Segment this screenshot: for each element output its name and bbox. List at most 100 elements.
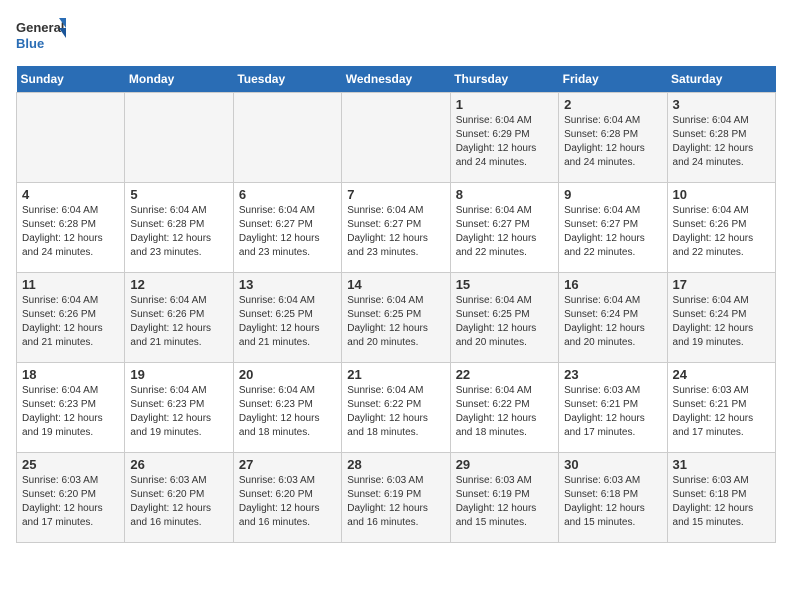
calendar-week-row: 18 Sunrise: 6:04 AM Sunset: 6:23 PM Dayli… — [17, 363, 776, 453]
calendar-cell: 21 Sunrise: 6:04 AM Sunset: 6:22 PM Dayli… — [342, 363, 450, 453]
calendar-week-row: 11 Sunrise: 6:04 AM Sunset: 6:26 PM Dayli… — [17, 273, 776, 363]
day-info: Sunrise: 6:04 AM Sunset: 6:23 PM Dayligh… — [130, 384, 227, 440]
day-number: 21 — [347, 367, 444, 382]
day-number: 2 — [564, 97, 661, 112]
calendar-cell: 3 Sunrise: 6:04 AM Sunset: 6:28 PM Daylig… — [667, 93, 775, 183]
logo-svg: General Blue — [16, 16, 66, 56]
calendar-cell — [342, 93, 450, 183]
calendar-cell: 5Sunrise: 6:04 AM Sunset: 6:28 PM Daylig… — [125, 183, 233, 273]
day-info: Sunrise: 6:03 AM Sunset: 6:21 PM Dayligh… — [673, 384, 770, 440]
day-of-week-saturday: Saturday — [667, 66, 775, 93]
day-number: 13 — [239, 277, 336, 292]
calendar-table: SundayMondayTuesdayWednesdayThursdayFrid… — [16, 66, 776, 543]
calendar-cell: 30 Sunrise: 6:03 AM Sunset: 6:18 PM Dayli… — [559, 453, 667, 543]
calendar-cell: 18 Sunrise: 6:04 AM Sunset: 6:23 PM Dayli… — [17, 363, 125, 453]
day-number: 4 — [22, 187, 119, 202]
calendar-cell: 1Sunrise: 6:04 AM Sunset: 6:29 PM Daylig… — [450, 93, 558, 183]
day-info: Sunrise: 6:04 AM Sunset: 6:25 PM Dayligh… — [456, 294, 553, 350]
day-info: Sunrise: 6:04 AM Sunset: 6:22 PM Dayligh… — [347, 384, 444, 440]
day-info: Sunrise: 6:04 AM Sunset: 6:26 PM Dayligh… — [22, 294, 119, 350]
day-info: Sunrise: 6:03 AM Sunset: 6:21 PM Dayligh… — [564, 384, 661, 440]
calendar-cell: 17 Sunrise: 6:04 AM Sunset: 6:24 PM Dayli… — [667, 273, 775, 363]
calendar-week-row: 1Sunrise: 6:04 AM Sunset: 6:29 PM Daylig… — [17, 93, 776, 183]
day-info: Sunrise: 6:04 AM Sunset: 6:28 PM Dayligh… — [564, 114, 661, 170]
day-info: Sunrise: 6:04 AM Sunset: 6:27 PM Dayligh… — [347, 204, 444, 260]
day-info: Sunrise: 6:04 AM Sunset: 6:28 PM Dayligh… — [673, 114, 770, 170]
day-number: 30 — [564, 457, 661, 472]
day-info: Sunrise: 6:03 AM Sunset: 6:18 PM Dayligh… — [564, 474, 661, 530]
day-of-week-friday: Friday — [559, 66, 667, 93]
calendar-cell: 14Sunrise: 6:04 AM Sunset: 6:25 PM Dayli… — [342, 273, 450, 363]
day-number: 23 — [564, 367, 661, 382]
day-of-week-thursday: Thursday — [450, 66, 558, 93]
day-number: 12 — [130, 277, 227, 292]
calendar-cell: 28Sunrise: 6:03 AM Sunset: 6:19 PM Dayli… — [342, 453, 450, 543]
logo: General Blue — [16, 16, 66, 56]
calendar-cell: 8Sunrise: 6:04 AM Sunset: 6:27 PM Daylig… — [450, 183, 558, 273]
day-number: 7 — [347, 187, 444, 202]
calendar-cell: 23 Sunrise: 6:03 AM Sunset: 6:21 PM Dayli… — [559, 363, 667, 453]
day-number: 5 — [130, 187, 227, 202]
svg-text:Blue: Blue — [16, 36, 44, 51]
day-number: 14 — [347, 277, 444, 292]
day-number: 10 — [673, 187, 770, 202]
day-number: 15 — [456, 277, 553, 292]
calendar-cell: 29 Sunrise: 6:03 AM Sunset: 6:19 PM Dayli… — [450, 453, 558, 543]
calendar-cell: 10 Sunrise: 6:04 AM Sunset: 6:26 PM Dayli… — [667, 183, 775, 273]
calendar-cell: 4Sunrise: 6:04 AM Sunset: 6:28 PM Daylig… — [17, 183, 125, 273]
day-number: 18 — [22, 367, 119, 382]
calendar-cell: 19 Sunrise: 6:04 AM Sunset: 6:23 PM Dayli… — [125, 363, 233, 453]
day-number: 17 — [673, 277, 770, 292]
day-number: 20 — [239, 367, 336, 382]
calendar-week-row: 25 Sunrise: 6:03 AM Sunset: 6:20 PM Dayli… — [17, 453, 776, 543]
day-number: 19 — [130, 367, 227, 382]
calendar-cell: 15 Sunrise: 6:04 AM Sunset: 6:25 PM Dayli… — [450, 273, 558, 363]
svg-text:General: General — [16, 20, 64, 35]
calendar-cell: 20 Sunrise: 6:04 AM Sunset: 6:23 PM Dayli… — [233, 363, 341, 453]
calendar-cell: 12 Sunrise: 6:04 AM Sunset: 6:26 PM Dayli… — [125, 273, 233, 363]
day-info: Sunrise: 6:04 AM Sunset: 6:25 PM Dayligh… — [239, 294, 336, 350]
calendar-cell: 9 Sunrise: 6:04 AM Sunset: 6:27 PM Daylig… — [559, 183, 667, 273]
calendar-cell: 22 Sunrise: 6:04 AM Sunset: 6:22 PM Dayli… — [450, 363, 558, 453]
day-info: Sunrise: 6:04 AM Sunset: 6:23 PM Dayligh… — [239, 384, 336, 440]
day-info: Sunrise: 6:04 AM Sunset: 6:24 PM Dayligh… — [673, 294, 770, 350]
day-info: Sunrise: 6:04 AM Sunset: 6:29 PM Dayligh… — [456, 114, 553, 170]
day-info: Sunrise: 6:04 AM Sunset: 6:27 PM Dayligh… — [239, 204, 336, 260]
day-number: 3 — [673, 97, 770, 112]
calendar-cell: 6 Sunrise: 6:04 AM Sunset: 6:27 PM Daylig… — [233, 183, 341, 273]
day-of-week-monday: Monday — [125, 66, 233, 93]
day-info: Sunrise: 6:04 AM Sunset: 6:26 PM Dayligh… — [130, 294, 227, 350]
day-info: Sunrise: 6:03 AM Sunset: 6:20 PM Dayligh… — [130, 474, 227, 530]
day-info: Sunrise: 6:04 AM Sunset: 6:24 PM Dayligh… — [564, 294, 661, 350]
page-header: General Blue — [16, 16, 776, 56]
calendar-cell: 16Sunrise: 6:04 AM Sunset: 6:24 PM Dayli… — [559, 273, 667, 363]
day-of-week-tuesday: Tuesday — [233, 66, 341, 93]
day-number: 31 — [673, 457, 770, 472]
calendar-cell — [17, 93, 125, 183]
day-info: Sunrise: 6:03 AM Sunset: 6:20 PM Dayligh… — [239, 474, 336, 530]
day-number: 28 — [347, 457, 444, 472]
calendar-cell — [233, 93, 341, 183]
day-info: Sunrise: 6:03 AM Sunset: 6:18 PM Dayligh… — [673, 474, 770, 530]
calendar-cell: 2 Sunrise: 6:04 AM Sunset: 6:28 PM Daylig… — [559, 93, 667, 183]
calendar-cell: 11 Sunrise: 6:04 AM Sunset: 6:26 PM Dayli… — [17, 273, 125, 363]
calendar-cell: 13 Sunrise: 6:04 AM Sunset: 6:25 PM Dayli… — [233, 273, 341, 363]
day-number: 6 — [239, 187, 336, 202]
day-info: Sunrise: 6:04 AM Sunset: 6:27 PM Dayligh… — [564, 204, 661, 260]
day-number: 11 — [22, 277, 119, 292]
calendar-cell: 27Sunrise: 6:03 AM Sunset: 6:20 PM Dayli… — [233, 453, 341, 543]
day-number: 8 — [456, 187, 553, 202]
calendar-cell: 31 Sunrise: 6:03 AM Sunset: 6:18 PM Dayli… — [667, 453, 775, 543]
calendar-header-row: SundayMondayTuesdayWednesdayThursdayFrid… — [17, 66, 776, 93]
day-number: 9 — [564, 187, 661, 202]
day-info: Sunrise: 6:04 AM Sunset: 6:23 PM Dayligh… — [22, 384, 119, 440]
calendar-cell: 25 Sunrise: 6:03 AM Sunset: 6:20 PM Dayli… — [17, 453, 125, 543]
day-info: Sunrise: 6:03 AM Sunset: 6:19 PM Dayligh… — [456, 474, 553, 530]
day-number: 22 — [456, 367, 553, 382]
day-info: Sunrise: 6:03 AM Sunset: 6:20 PM Dayligh… — [22, 474, 119, 530]
day-number: 25 — [22, 457, 119, 472]
day-info: Sunrise: 6:04 AM Sunset: 6:26 PM Dayligh… — [673, 204, 770, 260]
day-info: Sunrise: 6:04 AM Sunset: 6:22 PM Dayligh… — [456, 384, 553, 440]
day-number: 29 — [456, 457, 553, 472]
calendar-cell: 7 Sunrise: 6:04 AM Sunset: 6:27 PM Daylig… — [342, 183, 450, 273]
